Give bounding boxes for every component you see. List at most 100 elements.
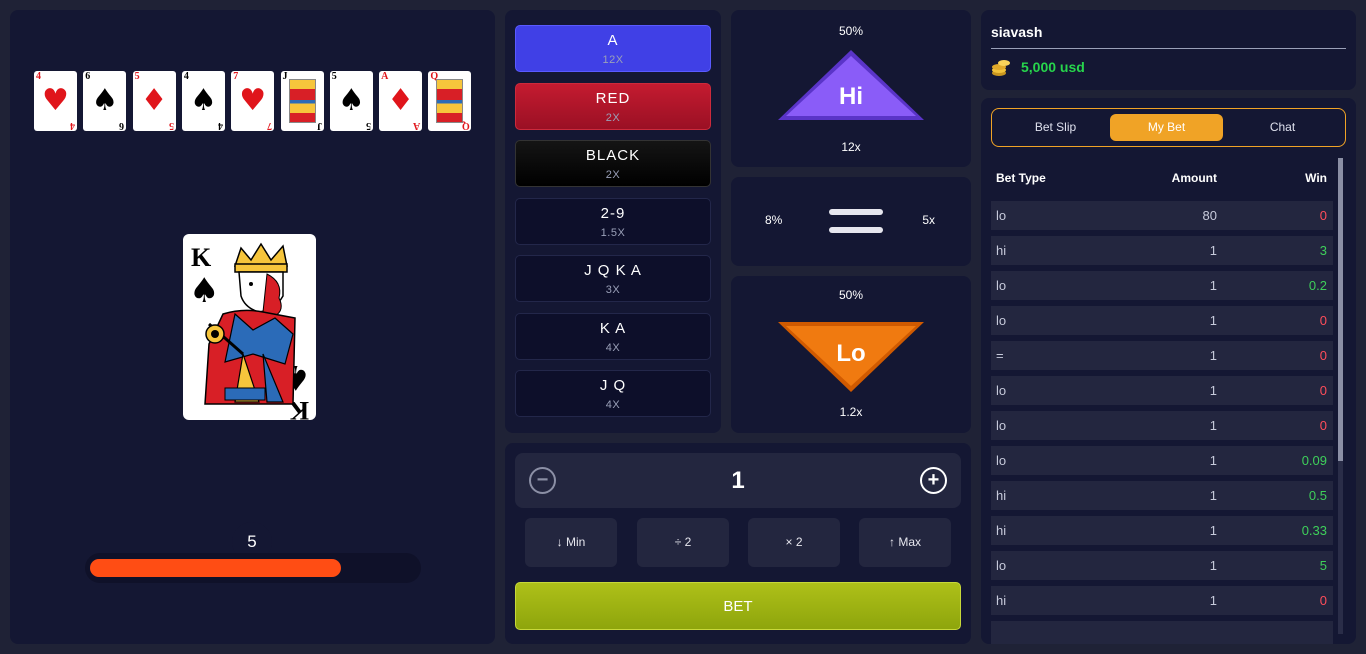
face-card-art — [288, 79, 316, 123]
cell-bet-type: hi — [996, 488, 1007, 503]
cell-win: 0.09 — [1301, 453, 1327, 468]
max-amount-button[interactable]: ↑ Max — [859, 518, 951, 567]
header-win: Win — [1305, 171, 1327, 185]
timer-bar-fill — [90, 559, 342, 577]
user-panel: siavash 5,000 usd — [981, 10, 1356, 90]
table-row: hi 1 3 — [991, 236, 1333, 265]
card-suit-icon: ♥ — [239, 83, 267, 118]
double-amount-button[interactable]: × 2 — [748, 518, 840, 567]
bets-panel: Bet Slip My Bet Chat Bet Type Amount Win… — [981, 98, 1356, 644]
cell-amount: 1 — [1209, 383, 1217, 398]
cell-bet-type: lo — [996, 418, 1007, 433]
bet-multiplier: 3X — [605, 284, 621, 296]
cell-bet-type: lo — [996, 383, 1007, 398]
hi-bet-panel[interactable]: 50% Hi 12x — [731, 10, 971, 167]
increase-amount-button[interactable]: + — [920, 467, 947, 494]
cell-amount: 1 — [1209, 558, 1217, 573]
equal-percent: 8% — [765, 213, 783, 227]
lo-label: Lo — [836, 340, 866, 367]
cell-amount: 1 — [1209, 488, 1217, 503]
card-suit-icon: ♦ — [140, 83, 168, 118]
cell-win: 3 — [1319, 243, 1327, 258]
bet-red-button[interactable]: RED 2X — [515, 83, 711, 130]
history-card: 4 ♠ 4 — [181, 71, 225, 131]
king-of-spades-card-art: K ♠ K ♠ — [189, 242, 311, 425]
card-rank: 6 — [119, 120, 125, 131]
bet-label: BLACK — [585, 147, 641, 164]
bet-amount-value[interactable]: 1 — [515, 467, 961, 495]
lo-bet-panel[interactable]: 50% Lo 1.2x — [731, 276, 971, 433]
cell-bet-type: hi — [996, 523, 1007, 538]
lo-percent: 50% — [838, 288, 864, 302]
cell-amount: 1 — [1209, 313, 1217, 328]
table-row: hi 1 0.5 — [991, 481, 1333, 510]
cell-win: 5 — [1319, 558, 1327, 573]
lo-button[interactable]: Lo — [776, 320, 926, 401]
cell-amount: 1 — [1209, 593, 1217, 608]
cell-win: 0.5 — [1308, 488, 1327, 503]
card-rank: 5 — [134, 71, 140, 82]
cell-amount: 80 — [1202, 208, 1217, 223]
card-suit-icon: ♠ — [337, 83, 365, 118]
bet-button[interactable]: BET — [515, 582, 961, 630]
bet-options-panel: A 12X RED 2X BLACK 2X 2-9 1.5X J Q K A 3… — [505, 10, 721, 433]
bet-black-button[interactable]: BLACK 2X — [515, 140, 711, 187]
cell-bet-type: hi — [996, 593, 1007, 608]
history-card: 5 ♦ 5 — [132, 71, 176, 131]
cell-bet-type: lo — [996, 558, 1007, 573]
bet-jqka-button[interactable]: J Q K A 3X — [515, 255, 711, 302]
cell-bet-type: = — [996, 348, 1004, 363]
card-rank: A — [381, 71, 389, 82]
tab-bar: Bet Slip My Bet Chat — [991, 108, 1346, 147]
min-amount-button[interactable]: ↓ Min — [525, 518, 617, 567]
bet-2-9-button[interactable]: 2-9 1.5X — [515, 198, 711, 245]
scrollbar-thumb[interactable] — [1338, 158, 1343, 461]
half-amount-button[interactable]: ÷ 2 — [637, 518, 729, 567]
bet-label: K A — [599, 320, 627, 337]
table-row: lo 1 0 — [991, 411, 1333, 440]
bet-ka-button[interactable]: K A 4X — [515, 313, 711, 360]
hi-percent: 50% — [838, 24, 864, 38]
card-rank-top: K — [191, 243, 212, 272]
cell-win: 0 — [1319, 313, 1327, 328]
table-row — [991, 621, 1333, 644]
cell-amount: 1 — [1209, 243, 1217, 258]
cell-win: 0 — [1319, 593, 1327, 608]
cell-bet-type: hi — [996, 243, 1007, 258]
bet-multiplier: 2X — [605, 112, 621, 124]
tab-my-bet[interactable]: My Bet — [1110, 114, 1223, 141]
card-suit-icon: ♠ — [91, 83, 119, 118]
card-rank: 4 — [36, 71, 41, 82]
history-card: 5 ♠ 5 — [329, 71, 373, 131]
current-card: K ♠ K ♠ — [183, 234, 316, 425]
cell-amount: 1 — [1209, 418, 1217, 433]
header-amount: Amount — [1171, 171, 1217, 185]
bet-multiplier: 1.5X — [600, 227, 626, 239]
bet-label: RED — [595, 90, 631, 107]
bet-jq-button[interactable]: J Q 4X — [515, 370, 711, 417]
lo-multiplier: 1.2x — [839, 405, 863, 419]
equal-bet-panel[interactable]: 8% 5x — [731, 177, 971, 266]
bet-multiplier: 4X — [605, 342, 621, 354]
cell-win: 0.2 — [1308, 278, 1327, 293]
balance: 5,000 usd — [1021, 59, 1085, 75]
table-row: lo 1 0 — [991, 306, 1333, 335]
bet-a-button[interactable]: A 12X — [515, 25, 711, 72]
table-row: lo 1 5 — [991, 551, 1333, 580]
tab-bet-slip[interactable]: Bet Slip — [999, 114, 1112, 141]
bet-multiplier: 2X — [605, 169, 621, 181]
card-rank: 5 — [365, 120, 371, 131]
username: siavash — [991, 24, 1043, 40]
table-header: Bet Type Amount Win — [991, 171, 1333, 191]
cell-bet-type: lo — [996, 313, 1007, 328]
scrollbar[interactable] — [1338, 158, 1343, 634]
tab-chat[interactable]: Chat — [1226, 114, 1339, 141]
hi-button[interactable]: Hi — [776, 48, 926, 129]
card-rank: J — [316, 120, 322, 131]
card-rank: 4 — [217, 120, 223, 131]
table-row: hi 1 0.33 — [991, 516, 1333, 545]
table-row: hi 1 0 — [991, 586, 1333, 615]
card-suit-top: ♠ — [189, 271, 219, 311]
card-rank: 4 — [70, 120, 75, 131]
bet-label: J Q K A — [584, 262, 642, 279]
